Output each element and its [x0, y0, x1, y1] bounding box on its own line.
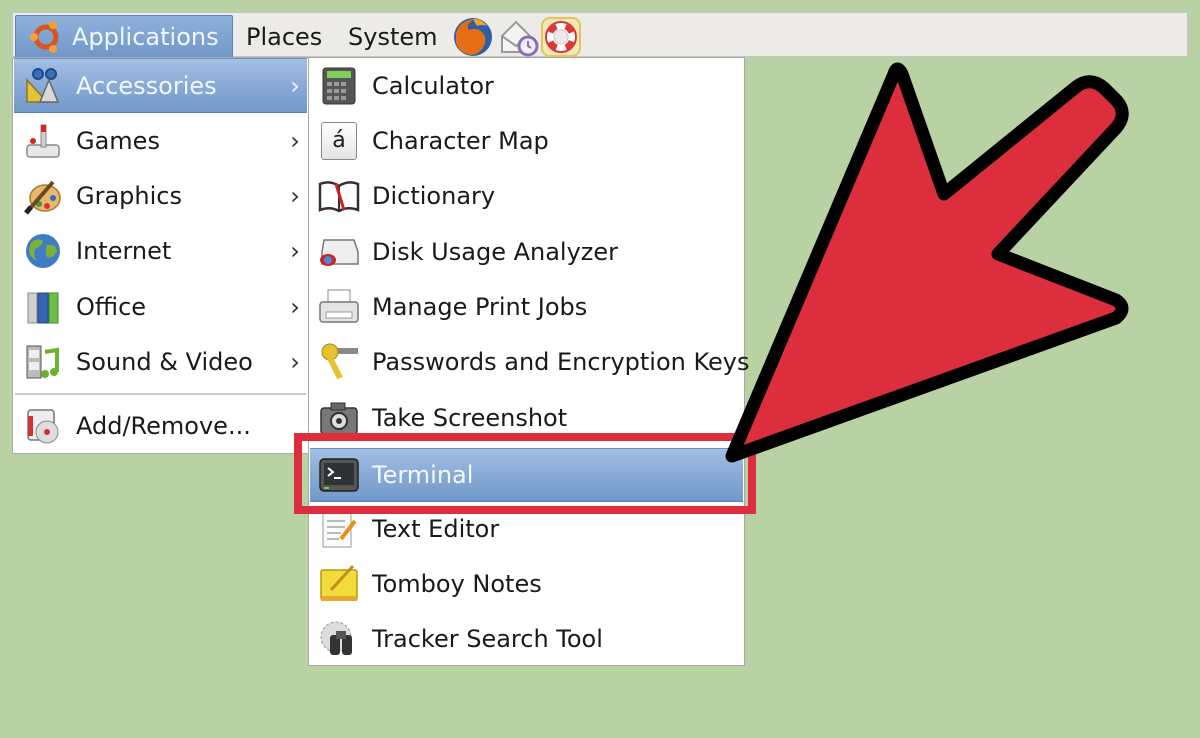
annotation-arrow — [725, 62, 1129, 463]
arrow-shape — [725, 62, 1129, 463]
